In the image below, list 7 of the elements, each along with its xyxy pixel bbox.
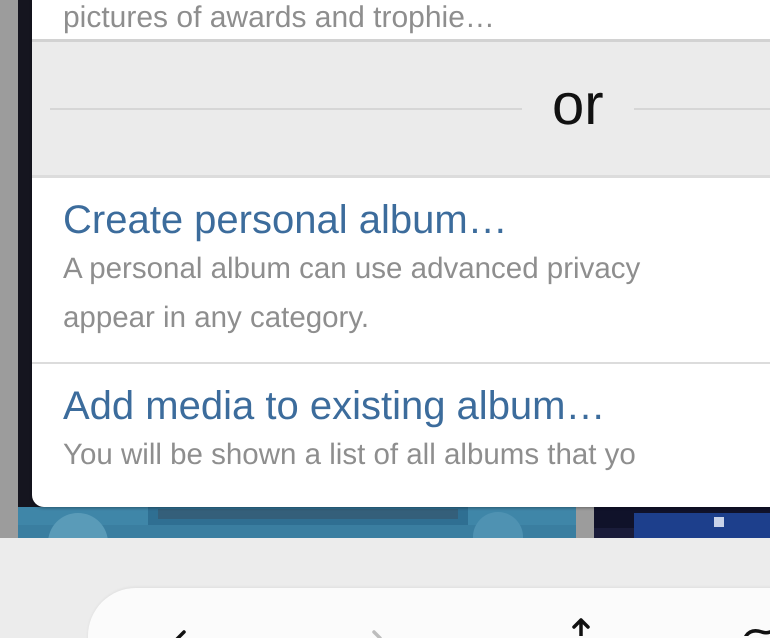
description-text: pictures of awards and trophie… [63, 0, 495, 36]
description-text: You will be shown a list of all albums that yo [63, 437, 636, 473]
option-link[interactable]: Create personal album… [63, 196, 508, 244]
separator-label: or [552, 70, 604, 138]
option-link[interactable]: Add media to existing album… [63, 382, 606, 430]
description-text: A personal album can use advanced privacy [63, 251, 640, 287]
description-text: appear in any category. [63, 300, 370, 336]
